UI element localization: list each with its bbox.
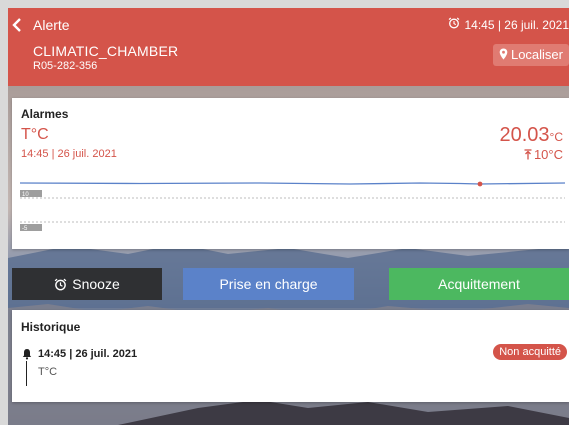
alarm-datetime: 14:45 | 26 juil. 2021 — [21, 148, 117, 160]
prise-en-charge-button[interactable]: Prise en charge — [183, 268, 354, 300]
alarm-clock-icon — [54, 278, 67, 291]
history-card-title: Historique — [21, 320, 81, 334]
status-badge: Non acquitté — [493, 344, 567, 360]
bell-icon — [22, 349, 32, 360]
localiser-label: Localiser — [510, 47, 563, 62]
alarm-clock-icon — [449, 17, 460, 29]
snooze-label: Snooze — [72, 276, 120, 292]
alarm-value-unit: °C — [549, 130, 563, 144]
alarm-sparkline-chart: 10 -5 — [20, 181, 565, 232]
alarm-current-value: 20.03°C — [499, 124, 563, 147]
alert-header: Alerte 14:45 | 26 juil. 2021 CLIMATIC_CH… — [8, 8, 569, 86]
acquittement-label: Acquittement — [438, 276, 520, 292]
chart-series-line — [20, 182, 565, 185]
acquittement-button[interactable]: Acquittement — [389, 268, 569, 300]
history-item-datetime: 14:45 | 26 juil. 2021 — [38, 348, 138, 360]
history-timeline-line — [26, 361, 27, 386]
alarm-value-number: 20.03 — [499, 124, 550, 146]
localiser-button[interactable]: Localiser — [492, 44, 569, 66]
snooze-button[interactable]: Snooze — [12, 268, 162, 300]
device-name: CLIMATIC_CHAMBER — [33, 43, 179, 59]
alarm-card: Alarmes T°C 14:45 | 26 juil. 2021 20.03°… — [12, 98, 569, 249]
app-screen: Alerte 14:45 | 26 juil. 2021 CLIMATIC_CH… — [8, 8, 569, 425]
chart-tick-label: -5 — [22, 226, 28, 232]
history-card: Historique 14:45 | 26 juil. 2021 T°C Non… — [12, 310, 569, 402]
alarm-threshold-value: 10°C — [533, 147, 563, 162]
threshold-up-icon — [524, 149, 532, 160]
chart-tick-label: 10 — [22, 192, 29, 198]
history-item-variable: T°C — [38, 366, 58, 378]
back-button[interactable] — [12, 16, 22, 37]
alarm-card-title: Alarmes — [21, 107, 69, 121]
device-serial: R05-282-356 — [33, 60, 98, 72]
location-pin-icon — [499, 48, 508, 60]
prise-en-charge-label: Prise en charge — [219, 276, 318, 292]
alarm-threshold: 10°C — [524, 147, 563, 162]
header-datetime-text: 14:45 | 26 juil. 2021 — [464, 18, 569, 32]
chevron-left-icon — [12, 18, 21, 32]
header-title: Alerte — [33, 17, 70, 33]
alarm-variable: T°C — [21, 126, 49, 143]
chart-current-point — [477, 181, 483, 187]
header-datetime: 14:45 | 26 juil. 2021 — [448, 17, 569, 32]
